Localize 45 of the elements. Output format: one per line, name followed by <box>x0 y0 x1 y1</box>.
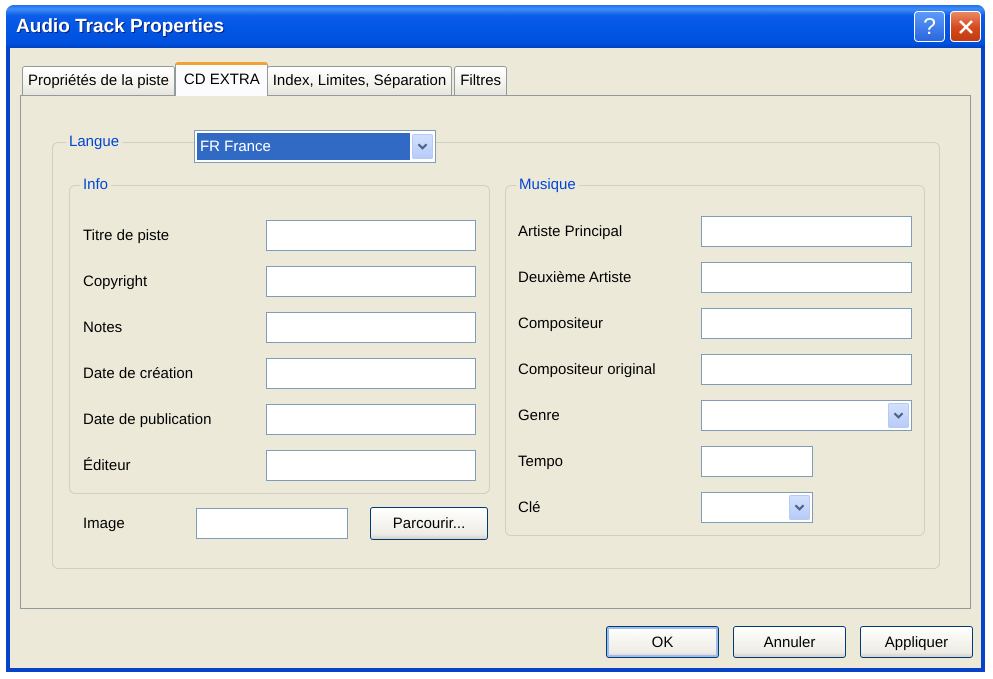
field-label: Image <box>83 515 126 532</box>
field-label: Titre de piste <box>83 227 170 244</box>
tab[interactable]: Filtres <box>454 66 508 95</box>
field-label: Éditeur <box>83 457 132 474</box>
text-field[interactable] <box>701 216 912 247</box>
field-label: Clé <box>518 499 542 516</box>
close-icon <box>958 18 974 34</box>
field-label: Compositeur <box>518 315 604 332</box>
text-field[interactable] <box>701 308 912 339</box>
dialog-button[interactable]: OK <box>606 626 719 658</box>
dropdown-field[interactable] <box>701 400 912 431</box>
group-label: Musique <box>516 176 579 194</box>
tab[interactable]: Index, Limites, Séparation <box>266 66 452 95</box>
chevron-down-icon <box>412 134 433 159</box>
field-label: Artiste Principal <box>518 223 624 240</box>
field-label: Copyright <box>83 273 148 290</box>
image-path-field[interactable] <box>196 508 348 539</box>
chevron-down-icon <box>789 495 810 520</box>
text-field[interactable] <box>266 358 476 389</box>
field-label: Tempo <box>518 453 564 470</box>
window-title: Audio Track Properties <box>16 16 224 38</box>
field-label: Genre <box>518 407 561 424</box>
text-field[interactable] <box>701 446 813 477</box>
field-label: Compositeur original <box>518 361 657 378</box>
language-dropdown[interactable]: FR France <box>194 130 436 163</box>
text-field[interactable] <box>701 262 912 293</box>
dialog-button[interactable]: Annuler <box>733 626 846 658</box>
browse-button[interactable]: Parcourir... <box>370 507 488 540</box>
field-label: Deuxième Artiste <box>518 269 632 286</box>
text-field[interactable] <box>266 404 476 435</box>
text-field[interactable] <box>266 450 476 481</box>
close-button[interactable] <box>950 11 981 42</box>
text-field[interactable] <box>701 354 912 385</box>
dropdown-field[interactable] <box>701 492 813 523</box>
field-label: Date de création <box>83 365 194 382</box>
tab[interactable]: Propriétés de la piste <box>22 66 175 95</box>
dialog-button[interactable]: Appliquer <box>860 626 973 658</box>
tab[interactable]: CD EXTRA <box>174 62 268 96</box>
field-label: Date de publication <box>83 411 212 428</box>
field-label: Notes <box>83 319 124 336</box>
chevron-down-icon <box>888 403 909 428</box>
text-field[interactable] <box>266 312 476 343</box>
text-field[interactable] <box>266 220 476 251</box>
language-label: Langue <box>66 133 122 151</box>
text-field[interactable] <box>266 266 476 297</box>
